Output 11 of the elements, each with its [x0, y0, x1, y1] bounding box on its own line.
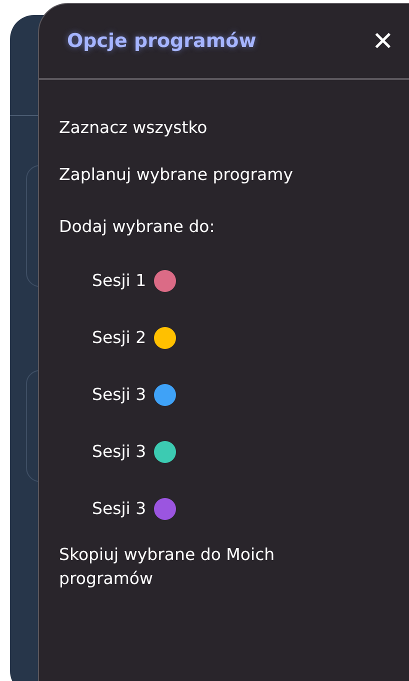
drawer-title: Opcje programów	[67, 30, 256, 52]
close-button[interactable]: ✕	[372, 28, 394, 54]
menu-item[interactable]: Skopiuj wybrane do Moich programów	[59, 543, 339, 591]
menu-item[interactable]: Zaplanuj wybrane programy	[59, 164, 294, 184]
session-item[interactable]: Sesji 3	[92, 442, 146, 461]
session-item[interactable]: Sesji 3	[92, 499, 146, 518]
session-item[interactable]: Sesji 1	[92, 271, 146, 290]
section-label: Dodaj wybrane do:	[59, 216, 215, 236]
menu-item[interactable]: Zaznacz wszystko	[59, 118, 208, 136]
session-item[interactable]: Sesji 3	[92, 385, 146, 404]
session-item[interactable]: Sesji 2	[92, 328, 146, 347]
